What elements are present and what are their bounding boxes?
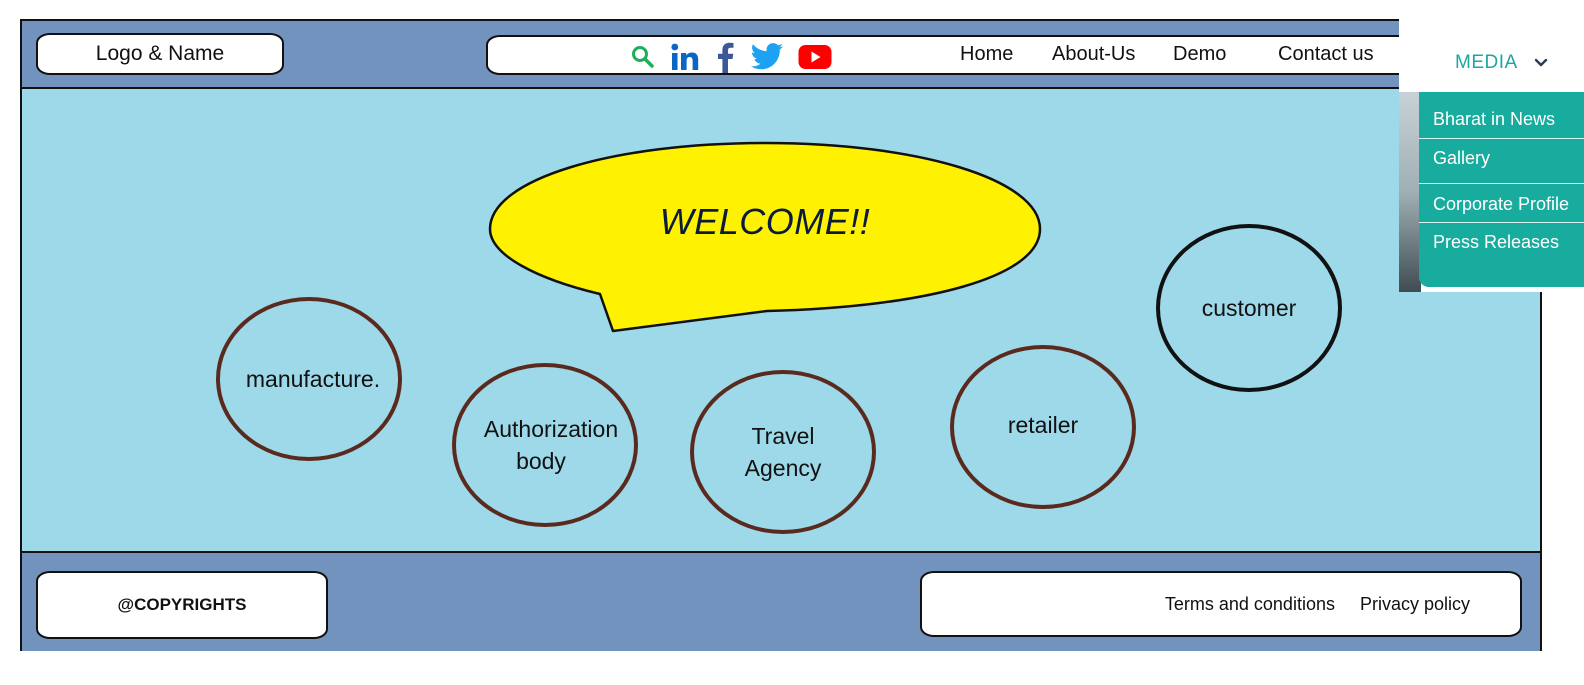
terms-link[interactable]: Terms and conditions	[1165, 594, 1335, 615]
media-dropdown-panel: MEDIA Bharat in News Gallery Corporate P…	[1399, 0, 1584, 292]
menu-item-corporate-profile[interactable]: Corporate Profile	[1419, 183, 1584, 223]
footer: @COPYRIGHTS Terms and conditions Privacy…	[22, 553, 1540, 651]
copyright-box: @COPYRIGHTS	[36, 571, 328, 639]
circle-authorization-label-line2: body	[516, 448, 566, 474]
nav-bar: Home About-Us Demo Contact us	[486, 35, 1416, 75]
facebook-icon[interactable]	[710, 40, 740, 74]
main-content: WELCOME!! manufacture. Authorization bod…	[22, 89, 1540, 553]
logo-name[interactable]: Logo & Name	[36, 33, 284, 75]
page-frame: Logo & Name Home About-Us Demo Contact u…	[20, 19, 1542, 651]
circle-authorization-label-line1: Authorization	[483, 416, 619, 442]
nav-contact-us[interactable]: Contact us	[1278, 43, 1374, 66]
welcome-text: WELCOME!!	[659, 201, 871, 242]
circle-travel-label-line1: Travel	[751, 423, 815, 449]
media-menu-toggle[interactable]: MEDIA	[1455, 52, 1548, 74]
menu-item-press-releases[interactable]: Press Releases	[1419, 222, 1584, 262]
twitter-icon[interactable]	[748, 40, 786, 74]
chevron-down-icon	[1534, 58, 1548, 68]
circle-manufacture-label: manufacture.	[245, 366, 381, 392]
circle-customer-label: customer	[1201, 295, 1297, 321]
circle-travel-label-line2: Agency	[744, 455, 822, 481]
media-menu-title: MEDIA	[1455, 52, 1518, 73]
circle-retailer-label: retailer	[1007, 412, 1079, 438]
search-icon[interactable]	[628, 42, 658, 72]
nav-about-us[interactable]: About-Us	[1052, 43, 1135, 66]
welcome-speech-bubble: WELCOME!!	[487, 141, 1043, 345]
social-icons	[628, 39, 834, 75]
circle-manufacture[interactable]: manufacture.	[216, 297, 402, 461]
circle-retailer[interactable]: retailer	[950, 345, 1136, 509]
circle-authorization-body[interactable]: Authorization body	[452, 363, 638, 527]
youtube-icon[interactable]	[796, 40, 834, 74]
background-photo	[1399, 92, 1421, 292]
circle-travel-agency[interactable]: Travel Agency	[690, 370, 876, 534]
privacy-link[interactable]: Privacy policy	[1360, 594, 1470, 615]
menu-item-gallery[interactable]: Gallery	[1419, 138, 1584, 178]
legal-links: Terms and conditions Privacy policy	[920, 571, 1522, 637]
circle-customer[interactable]: customer	[1156, 224, 1342, 392]
nav-demo[interactable]: Demo	[1173, 43, 1226, 66]
media-dropdown-menu: Bharat in News Gallery Corporate Profile…	[1419, 92, 1584, 287]
menu-item-bharat-in-news[interactable]: Bharat in News	[1419, 99, 1584, 139]
linkedin-icon[interactable]	[668, 40, 704, 74]
nav-home[interactable]: Home	[960, 43, 1013, 66]
header: Logo & Name Home About-Us Demo Contact u…	[22, 21, 1540, 89]
